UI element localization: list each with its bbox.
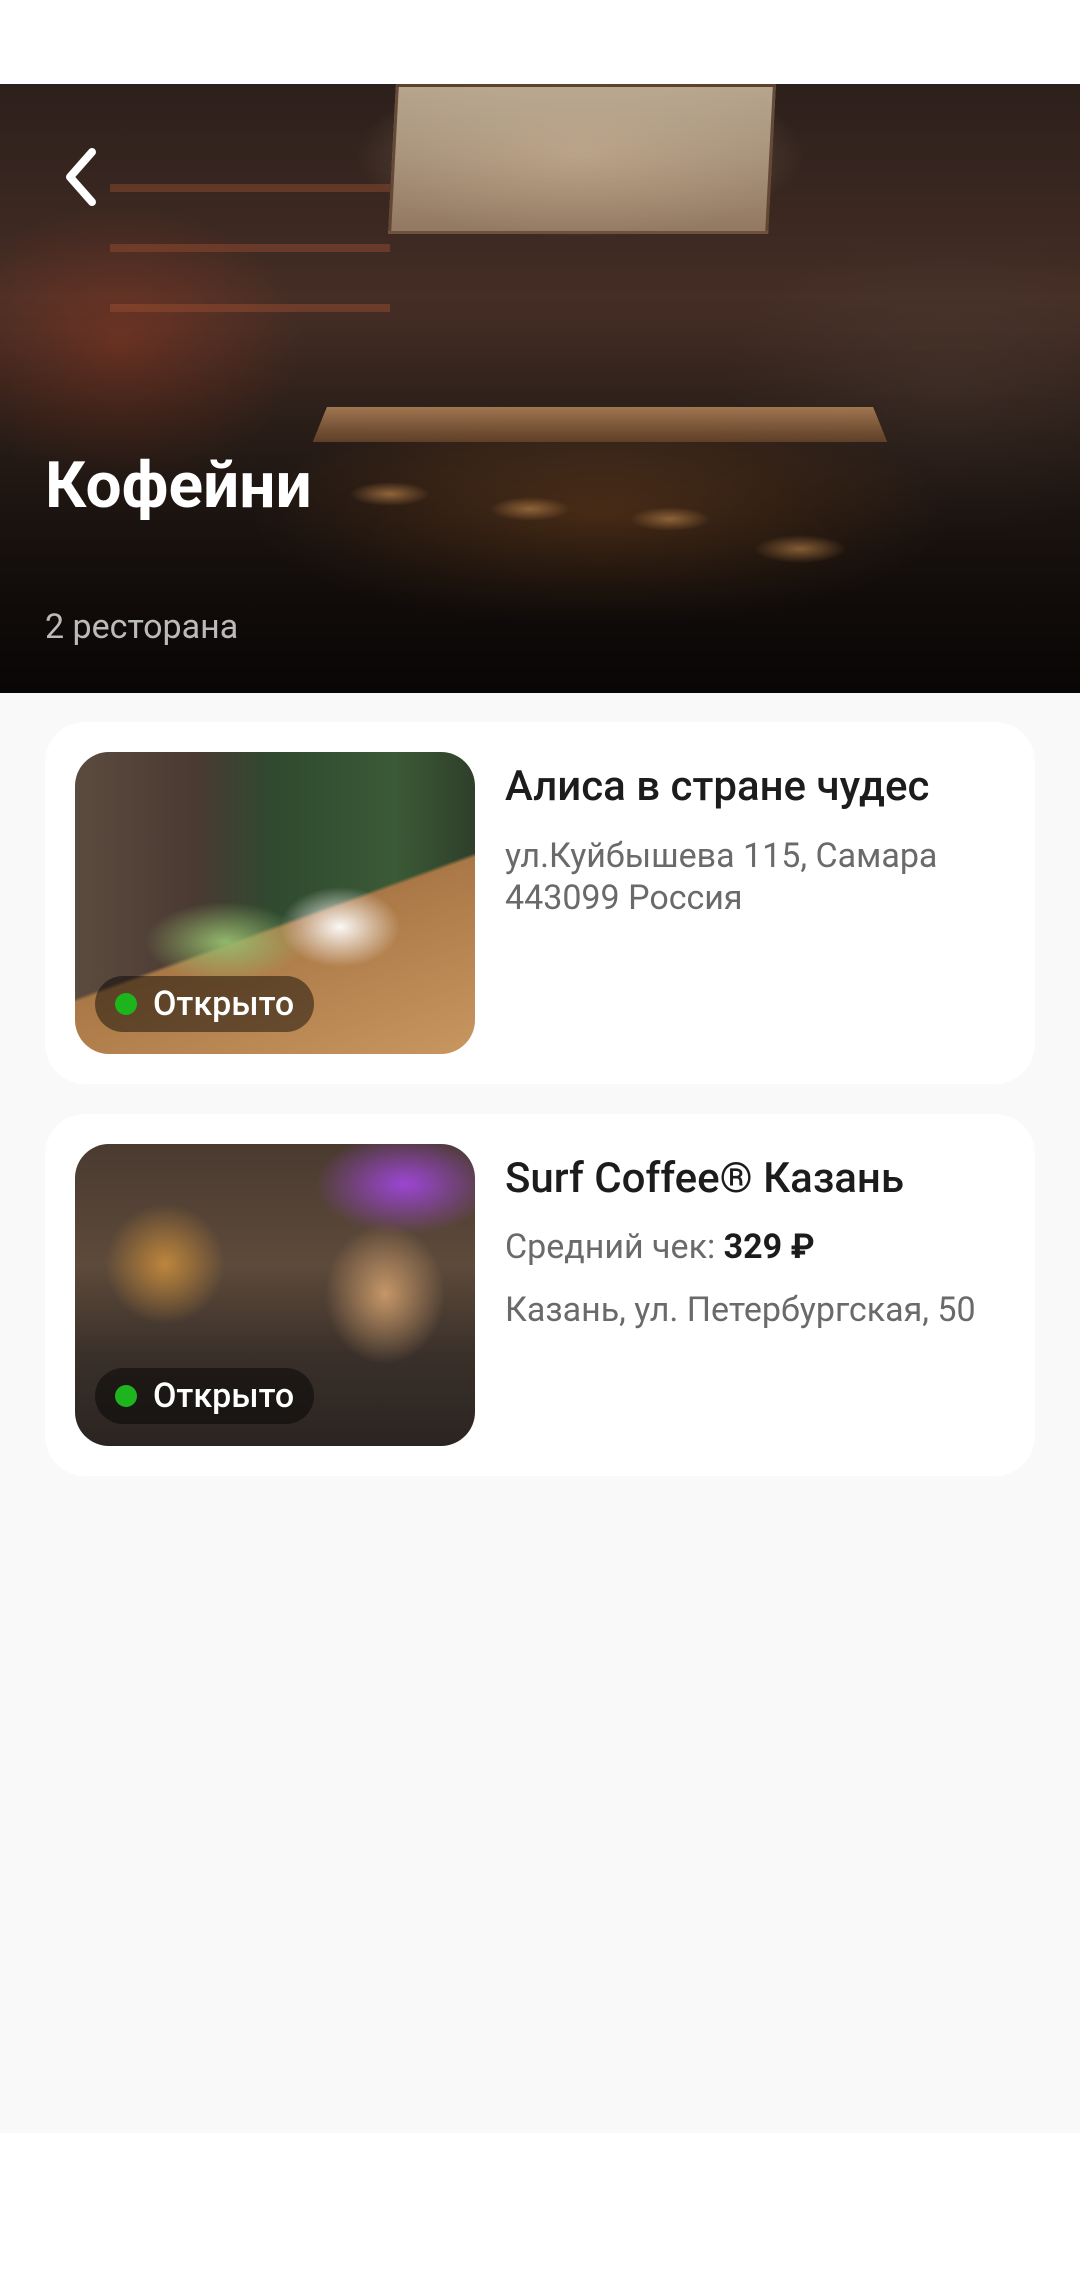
restaurant-photo: Открыто [75, 1144, 475, 1446]
restaurant-address: ул.Куйбышева 115, Самара 443099 Россия [505, 836, 938, 918]
restaurant-address: Казань, ул. Петербургская, 50 [505, 1290, 976, 1330]
status-bar [0, 0, 1080, 84]
average-check: Средний чек: 329 ₽ [505, 1227, 815, 1267]
status-badge: Открыто [95, 976, 315, 1032]
restaurant-count: 2 ресторана [45, 607, 239, 647]
status-label: Открыто [153, 1376, 295, 1416]
restaurant-name: Surf Coffee® Казань [505, 1154, 905, 1203]
average-check-label: Средний чек: [505, 1227, 716, 1267]
chevron-left-icon [66, 148, 96, 206]
restaurant-name: Алиса в стране чудес [505, 762, 930, 811]
page-title: Кофейни [45, 448, 312, 523]
status-badge: Открыто [95, 1368, 315, 1424]
category-hero-banner [0, 84, 1080, 693]
open-status-dot-icon [115, 1385, 137, 1407]
restaurant-card[interactable]: Открыто Алиса в стране чудес ул.Куйбышев… [45, 722, 1035, 1084]
restaurant-card[interactable]: Открыто Surf Coffee® Казань Средний чек:… [45, 1114, 1035, 1476]
status-label: Открыто [153, 984, 295, 1024]
navigation-bar [0, 2133, 1080, 2280]
back-button[interactable] [50, 142, 120, 212]
average-check-value: 329 ₽ [723, 1227, 815, 1267]
restaurant-photo: Открыто [75, 752, 475, 1054]
open-status-dot-icon [115, 993, 137, 1015]
